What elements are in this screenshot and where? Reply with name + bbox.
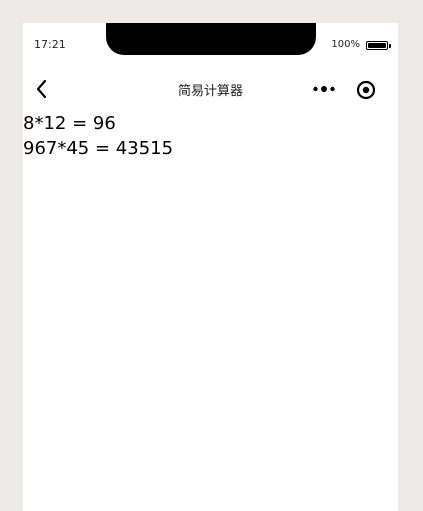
status-time: 17:21 [34,38,66,51]
battery-level [368,43,386,48]
more-button[interactable] [311,80,337,98]
calculation-results: 8*12 = 96 967*45 = 43515 [23,111,398,161]
result-line: 8*12 = 96 [23,113,116,134]
result-line: 967*45 = 43515 [23,138,174,159]
capsule-divider [341,81,342,97]
notch [106,23,316,55]
battery-cap [389,44,391,48]
more-dots-icon [313,86,335,92]
battery-icon [366,41,388,50]
close-button[interactable] [354,78,378,102]
battery-percentage: 100% [331,39,360,50]
phone-screen: 17:21 100% 简易计算器 8*12 = 96 967*45 = 4351… [23,23,398,511]
target-close-icon [356,80,376,100]
navigation-bar: 简易计算器 [23,68,398,110]
